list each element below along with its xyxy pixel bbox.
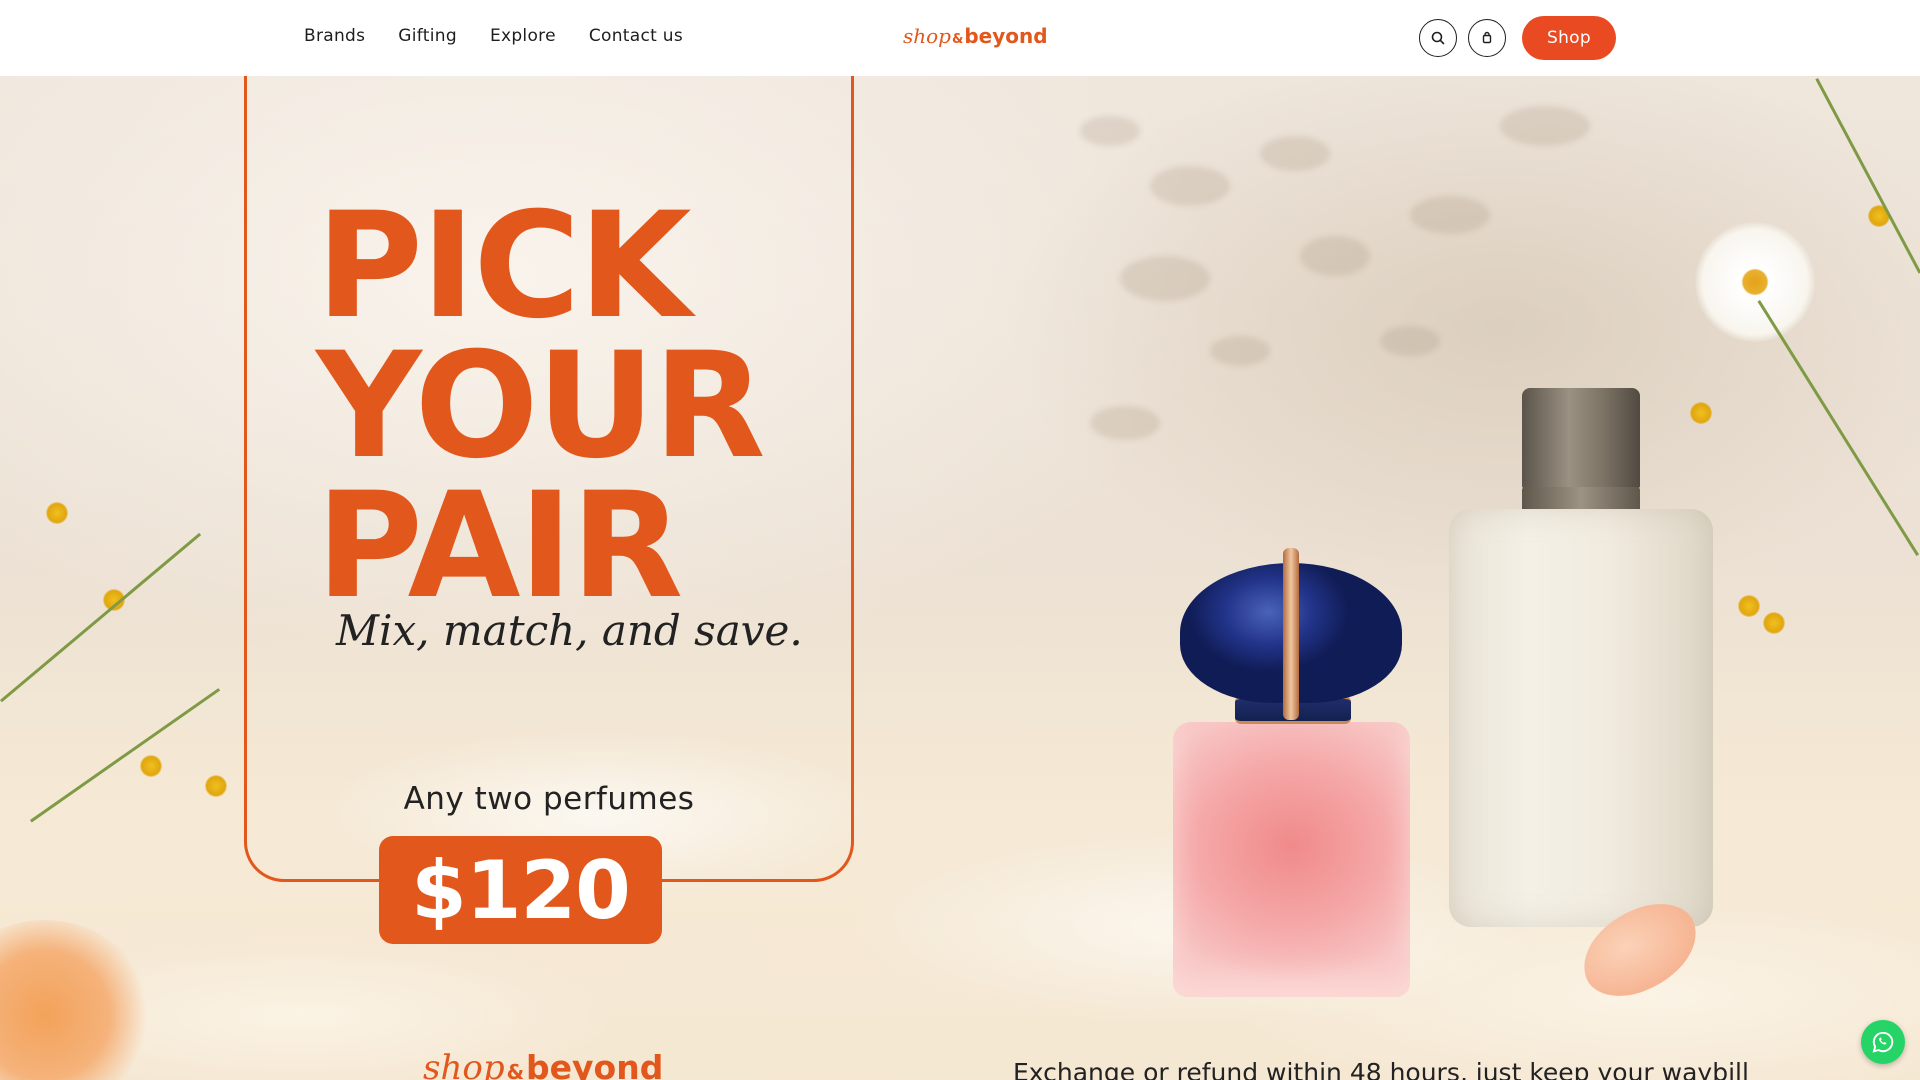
leaf-shadow (1300, 236, 1370, 276)
footer-logo-shop: shop (423, 1048, 505, 1080)
leaf-shadow (1150, 166, 1230, 206)
leaf-shadow (1080, 116, 1140, 146)
logo-beyond: beyond (964, 24, 1048, 48)
leaf-shadow (1090, 406, 1160, 440)
cart-icon (1482, 31, 1492, 44)
hero-headline: PICK YOUR PAIR (316, 181, 766, 631)
search-icon (1431, 31, 1445, 45)
whatsapp-icon (1872, 1031, 1894, 1053)
leaf-shadow (1120, 256, 1210, 301)
logo-amp: & (952, 32, 964, 47)
footer-logo-amp: & (506, 1060, 525, 1080)
yellow-flower (1738, 595, 1760, 617)
whatsapp-chat-button[interactable] (1861, 1020, 1905, 1064)
pink-perfume-bottle (1173, 722, 1410, 997)
footer-logo[interactable]: shop & beyond (423, 1048, 663, 1080)
yellow-flower (1763, 612, 1785, 634)
nav-explore[interactable]: Explore (490, 26, 556, 46)
headline-line: YOUR (316, 321, 766, 491)
leaf-shadow (1410, 196, 1490, 234)
yellow-flower (46, 502, 68, 524)
offer-label: Any two perfumes (403, 781, 695, 817)
yellow-flower (140, 755, 162, 777)
yellow-flower (1690, 402, 1712, 424)
hero-tagline: Mix, match, and save. (336, 606, 803, 655)
logo-shop: shop (903, 24, 951, 48)
refund-policy-text: Exchange or refund within 48 hours, just… (1013, 1058, 1749, 1080)
nav-gifting[interactable]: Gifting (398, 26, 457, 46)
gold-cap-band (1283, 548, 1299, 720)
shop-button[interactable]: Shop (1522, 16, 1616, 60)
price-badge[interactable]: $120 (379, 836, 662, 944)
site-logo[interactable]: shop & beyond (903, 24, 1048, 48)
leaf-shadow (1210, 336, 1270, 366)
headline-line: PICK (316, 181, 692, 351)
leaf-shadow (1380, 326, 1440, 356)
leaf-shadow (1260, 136, 1330, 171)
white-daisy (1695, 222, 1815, 342)
nav-brands[interactable]: Brands (304, 26, 365, 46)
headline-line: PAIR (316, 461, 683, 631)
search-button[interactable] (1419, 19, 1457, 57)
yellow-flower (205, 775, 227, 797)
cart-button[interactable] (1468, 19, 1506, 57)
nav-contact-us[interactable]: Contact us (589, 26, 683, 46)
footer-logo-beyond: beyond (526, 1048, 664, 1080)
site-header: Brands Gifting Explore Contact us shop & b… (0, 0, 1920, 76)
leaf-shadow (1500, 106, 1590, 146)
main-nav: Brands Gifting Explore Contact us (304, 26, 683, 46)
bottle-cap-metal (1522, 388, 1640, 488)
clear-perfume-bottle (1449, 509, 1713, 927)
